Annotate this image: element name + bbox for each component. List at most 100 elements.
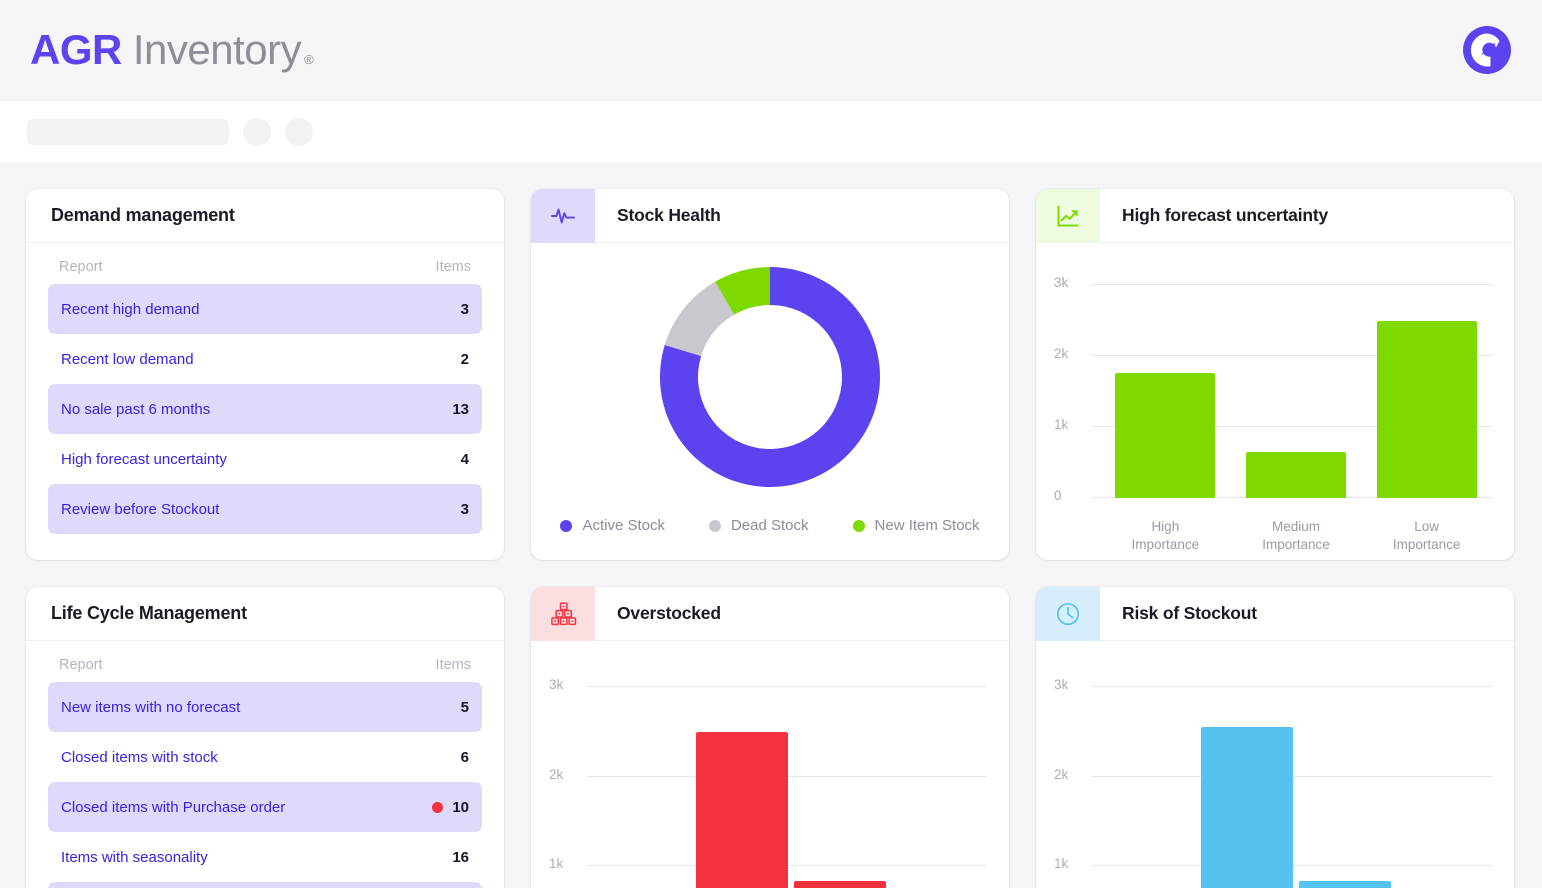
list-item[interactable]: High forecast uncertainty 4 bbox=[48, 434, 482, 484]
axis-category-label: High Importance bbox=[1131, 518, 1200, 552]
search-input[interactable] bbox=[27, 118, 229, 145]
clock-icon bbox=[1036, 587, 1100, 641]
bar[interactable] bbox=[1299, 880, 1391, 888]
bar-column[interactable] bbox=[791, 687, 889, 888]
list-item-value: 3 bbox=[460, 300, 469, 318]
status-badge bbox=[432, 801, 444, 813]
list-item[interactable]: Items with seasonality 16 bbox=[48, 832, 482, 882]
toolbar bbox=[0, 100, 1542, 162]
axis-tick-label: 3k bbox=[1054, 677, 1069, 692]
app-logo[interactable]: AGR Inventory ® bbox=[30, 26, 314, 74]
agr-circle-logo-icon[interactable] bbox=[1461, 24, 1513, 76]
card-title: High forecast uncertainty bbox=[1122, 205, 1329, 225]
stacked-boxes-icon bbox=[531, 587, 595, 641]
list-item-label: Review before Stockout bbox=[61, 500, 220, 518]
column-header-items: Items bbox=[435, 657, 471, 673]
axis-category-label: Medium Importance bbox=[1262, 518, 1330, 552]
list-item[interactable]: No sale past 6 months 13 bbox=[48, 384, 482, 434]
donut-chart bbox=[660, 267, 880, 487]
list-item[interactable] bbox=[48, 882, 482, 888]
list-item[interactable]: Closed items with Purchase order 10 bbox=[48, 782, 482, 832]
bar-column[interactable] bbox=[1296, 687, 1394, 888]
list-item[interactable]: Recent low demand 2 bbox=[48, 334, 482, 384]
toolbar-action-button-1[interactable] bbox=[243, 117, 271, 146]
bar-column[interactable] bbox=[1394, 687, 1492, 888]
list-item-value: 3 bbox=[460, 500, 469, 518]
legend-label: Dead Stock bbox=[730, 517, 809, 534]
toolbar-action-button-2[interactable] bbox=[285, 117, 313, 146]
list-item-value: 5 bbox=[460, 698, 469, 716]
column-header-items: Items bbox=[435, 259, 471, 275]
bar-column[interactable]: High Importance bbox=[1107, 285, 1223, 552]
bar[interactable] bbox=[696, 731, 788, 888]
bar[interactable] bbox=[1201, 727, 1293, 888]
legend-swatch bbox=[708, 519, 721, 532]
logo-primary-text: AGR bbox=[30, 26, 122, 73]
list-item-value: 10 bbox=[432, 799, 469, 816]
list-item[interactable]: New items with no forecast 5 bbox=[48, 682, 482, 732]
card-title: Life Cycle Management bbox=[51, 603, 247, 623]
bar[interactable] bbox=[794, 880, 886, 888]
legend-label: New Item Stock bbox=[874, 517, 980, 534]
card-title: Risk of Stockout bbox=[1122, 603, 1257, 623]
list-column-headers: Report Items bbox=[48, 243, 482, 284]
list-item-label: New items with no forecast bbox=[61, 698, 241, 716]
list-item[interactable]: Recent high demand 3 bbox=[48, 284, 482, 334]
axis-tick-label: 1k bbox=[1054, 856, 1069, 872]
card-header: Risk of Stockout bbox=[1036, 587, 1514, 641]
life-cycle-report-list: Report Items New items with no forecast … bbox=[26, 641, 504, 888]
list-item-label: Items with seasonality bbox=[61, 848, 208, 866]
forecast-uncertainty-chart: 3k 2k 1k 0 High Importance Medium Importance L… bbox=[1036, 243, 1514, 560]
card-stock-health: Stock Health Active Stock Dead Stock New… bbox=[531, 189, 1009, 560]
card-risk-of-stockout: Risk of Stockout 3k2k1k0 bbox=[1036, 587, 1514, 888]
bar[interactable] bbox=[1376, 320, 1477, 498]
list-item-label: No sale past 6 months bbox=[61, 400, 211, 418]
card-header: Demand management bbox=[26, 189, 504, 243]
axis-tick-label: 2k bbox=[1054, 766, 1069, 782]
card-life-cycle-management: Life Cycle Management Report Items New i… bbox=[26, 587, 504, 888]
axis-category-label: Low Importance bbox=[1392, 518, 1461, 552]
bar-column[interactable]: Low Importance bbox=[1369, 285, 1485, 552]
app-header: AGR Inventory ® bbox=[0, 0, 1542, 100]
list-column-headers: Report Items bbox=[48, 641, 482, 682]
list-item-label: Closed items with stock bbox=[61, 748, 218, 766]
bar-column[interactable] bbox=[595, 687, 693, 888]
list-item-value: 13 bbox=[452, 400, 469, 418]
card-header: Life Cycle Management bbox=[26, 587, 504, 641]
card-header: Overstocked bbox=[531, 587, 1009, 641]
bar-column[interactable] bbox=[1100, 687, 1198, 888]
legend-swatch bbox=[852, 519, 865, 532]
card-overstocked: Overstocked 3k2k1k0 bbox=[531, 587, 1009, 888]
axis-tick-label: 2k bbox=[549, 766, 564, 782]
list-item-value: 6 bbox=[460, 748, 469, 766]
card-high-forecast-uncertainty: High forecast uncertainty 3k 2k 1k 0 High Im… bbox=[1036, 189, 1514, 560]
bar-series bbox=[1100, 687, 1492, 888]
bar-column[interactable]: Medium Importance bbox=[1238, 285, 1354, 552]
overstocked-chart: 3k2k1k0 bbox=[531, 641, 1009, 888]
risk-of-stockout-chart: 3k2k1k0 bbox=[1036, 641, 1514, 888]
bar-column[interactable] bbox=[1198, 687, 1296, 888]
list-item[interactable]: Review before Stockout 3 bbox=[48, 484, 482, 534]
axis-tick-label: 1k bbox=[1054, 417, 1069, 432]
list-item-value: 4 bbox=[460, 450, 469, 468]
activity-pulse-icon bbox=[531, 189, 595, 243]
bar-series: High Importance Medium Importance Low Impo… bbox=[1100, 285, 1492, 552]
legend-item-active-stock: Active Stock bbox=[560, 517, 665, 534]
axis-tick-label: 2k bbox=[1054, 346, 1069, 361]
card-demand-management: Demand management Report Items Recent hi… bbox=[26, 189, 504, 560]
list-item-label: Closed items with Purchase order bbox=[61, 798, 286, 816]
list-item-value: 16 bbox=[452, 848, 469, 866]
legend-swatch bbox=[560, 519, 573, 532]
list-item[interactable]: Closed items with stock 6 bbox=[48, 732, 482, 782]
bar[interactable] bbox=[1245, 451, 1346, 498]
bar-column[interactable] bbox=[889, 687, 987, 888]
bar[interactable] bbox=[1115, 373, 1216, 498]
card-title: Overstocked bbox=[617, 603, 721, 623]
list-item-label: Recent high demand bbox=[61, 300, 200, 318]
axis-tick-label: 3k bbox=[549, 677, 564, 692]
bar-column[interactable] bbox=[693, 687, 791, 888]
column-header-report: Report bbox=[59, 259, 103, 275]
dashboard-grid: Demand management Report Items Recent hi… bbox=[0, 162, 1542, 888]
axis-tick-label: 0 bbox=[1054, 488, 1062, 503]
legend-label: Active Stock bbox=[582, 517, 665, 534]
